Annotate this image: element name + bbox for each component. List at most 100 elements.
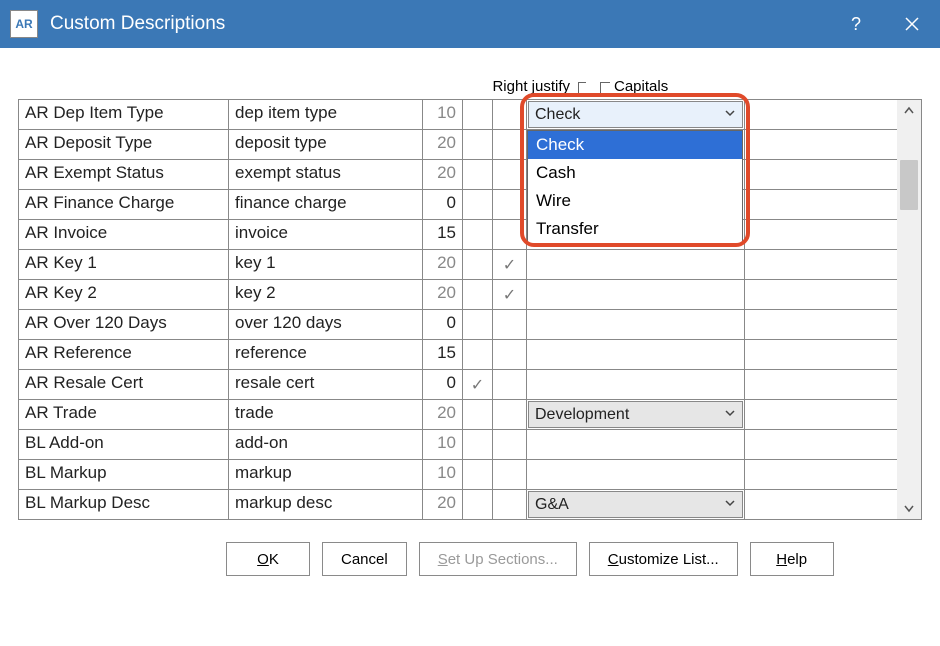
description-input[interactable]: trade (229, 400, 423, 429)
dropdown-cell[interactable] (527, 370, 745, 399)
description-input[interactable]: markup desc (229, 490, 423, 519)
dropdown-option[interactable]: Wire (528, 187, 742, 215)
dropdown-cell[interactable] (527, 280, 745, 309)
description-input[interactable]: key 2 (229, 280, 423, 309)
dropdown-option[interactable]: Cash (528, 159, 742, 187)
dropdown-cell[interactable] (527, 310, 745, 339)
scroll-down-icon[interactable] (897, 497, 921, 519)
capitals-checkbox[interactable] (493, 100, 527, 129)
capitals-checkbox[interactable] (493, 190, 527, 219)
dropdown-option[interactable]: Transfer (528, 215, 742, 243)
check-icon: ✓ (503, 255, 516, 275)
length-value[interactable]: 20 (423, 250, 463, 279)
right-justify-checkbox[interactable] (463, 460, 493, 489)
description-input[interactable]: add-on (229, 430, 423, 459)
capitals-checkbox[interactable] (493, 430, 527, 459)
capitals-checkbox[interactable] (493, 220, 527, 249)
length-value[interactable]: 20 (423, 400, 463, 429)
right-justify-checkbox[interactable] (463, 280, 493, 309)
capitals-header: Capitals (614, 78, 668, 95)
combo-box[interactable]: G&A (528, 491, 743, 518)
length-value[interactable]: 0 (423, 370, 463, 399)
setup-sections-button: Set Up Sections... (419, 542, 577, 576)
right-justify-checkbox[interactable] (463, 190, 493, 219)
row-label: AR Finance Charge (19, 190, 229, 219)
length-value[interactable]: 20 (423, 280, 463, 309)
combo-box[interactable]: Check (528, 101, 743, 128)
description-input[interactable]: markup (229, 460, 423, 489)
right-justify-checkbox[interactable] (463, 400, 493, 429)
length-value[interactable]: 15 (423, 220, 463, 249)
close-button[interactable] (884, 0, 940, 48)
right-justify-checkbox[interactable] (463, 130, 493, 159)
capitals-checkbox[interactable] (493, 160, 527, 189)
check-icon: ✓ (503, 285, 516, 305)
window-title: Custom Descriptions (50, 13, 828, 35)
capitals-checkbox[interactable] (493, 460, 527, 489)
dropdown-cell[interactable] (527, 460, 745, 489)
capitals-checkbox[interactable] (493, 130, 527, 159)
vertical-scrollbar[interactable] (897, 100, 921, 520)
description-input[interactable]: dep item type (229, 100, 423, 129)
app-icon: AR (10, 10, 38, 38)
capitals-checkbox[interactable] (493, 370, 527, 399)
customize-list-button[interactable]: Customize List... (589, 542, 738, 576)
length-value[interactable]: 20 (423, 490, 463, 519)
help-titlebar-button[interactable]: ? (828, 0, 884, 48)
cancel-button[interactable]: Cancel (322, 542, 407, 576)
right-justify-checkbox[interactable] (463, 250, 493, 279)
description-input[interactable]: deposit type (229, 130, 423, 159)
capitals-checkbox[interactable]: ✓ (493, 280, 527, 309)
description-input[interactable]: finance charge (229, 190, 423, 219)
capitals-checkbox[interactable] (493, 490, 527, 519)
chevron-down-icon (724, 406, 736, 424)
help-button[interactable]: Help (750, 542, 834, 576)
table-row: BL Add-onadd-on10 (19, 430, 897, 460)
description-input[interactable]: invoice (229, 220, 423, 249)
right-justify-checkbox[interactable] (463, 220, 493, 249)
row-label: AR Deposit Type (19, 130, 229, 159)
dropdown-cell[interactable] (527, 340, 745, 369)
length-value[interactable]: 20 (423, 160, 463, 189)
row-label: BL Markup Desc (19, 490, 229, 519)
combo-box[interactable]: Development (528, 401, 743, 428)
description-input[interactable]: exempt status (229, 160, 423, 189)
length-value[interactable]: 0 (423, 190, 463, 219)
right-justify-checkbox[interactable] (463, 100, 493, 129)
length-value[interactable]: 20 (423, 130, 463, 159)
capitals-checkbox[interactable] (493, 310, 527, 339)
right-justify-checkbox[interactable] (463, 430, 493, 459)
dropdown-popup[interactable]: CheckCashWireTransfer (527, 130, 743, 244)
dropdown-cell[interactable] (527, 430, 745, 459)
dropdown-option[interactable]: Check (528, 131, 742, 159)
length-value[interactable]: 10 (423, 430, 463, 459)
length-value[interactable]: 10 (423, 100, 463, 129)
description-input[interactable]: resale cert (229, 370, 423, 399)
right-justify-header: Right justify (118, 78, 576, 95)
capitals-checkbox[interactable] (493, 400, 527, 429)
length-value[interactable]: 0 (423, 310, 463, 339)
length-value[interactable]: 10 (423, 460, 463, 489)
row-label: AR Invoice (19, 220, 229, 249)
right-justify-checkbox[interactable] (463, 340, 493, 369)
row-label: BL Add-on (19, 430, 229, 459)
right-justify-checkbox[interactable] (463, 160, 493, 189)
ok-button[interactable]: OK (226, 542, 310, 576)
right-justify-checkbox[interactable] (463, 490, 493, 519)
column-headers: Right justify Capitals (118, 78, 922, 95)
dropdown-cell[interactable]: G&A (527, 490, 745, 519)
description-input[interactable]: reference (229, 340, 423, 369)
length-value[interactable]: 15 (423, 340, 463, 369)
row-label: AR Over 120 Days (19, 310, 229, 339)
scroll-up-icon[interactable] (897, 100, 921, 122)
capitals-checkbox[interactable]: ✓ (493, 250, 527, 279)
dropdown-cell[interactable] (527, 250, 745, 279)
description-input[interactable]: key 1 (229, 250, 423, 279)
right-justify-checkbox[interactable]: ✓ (463, 370, 493, 399)
dropdown-cell[interactable]: Development (527, 400, 745, 429)
dropdown-cell[interactable]: Check (527, 100, 745, 129)
description-input[interactable]: over 120 days (229, 310, 423, 339)
right-justify-checkbox[interactable] (463, 310, 493, 339)
capitals-checkbox[interactable] (493, 340, 527, 369)
scroll-thumb[interactable] (900, 160, 918, 210)
